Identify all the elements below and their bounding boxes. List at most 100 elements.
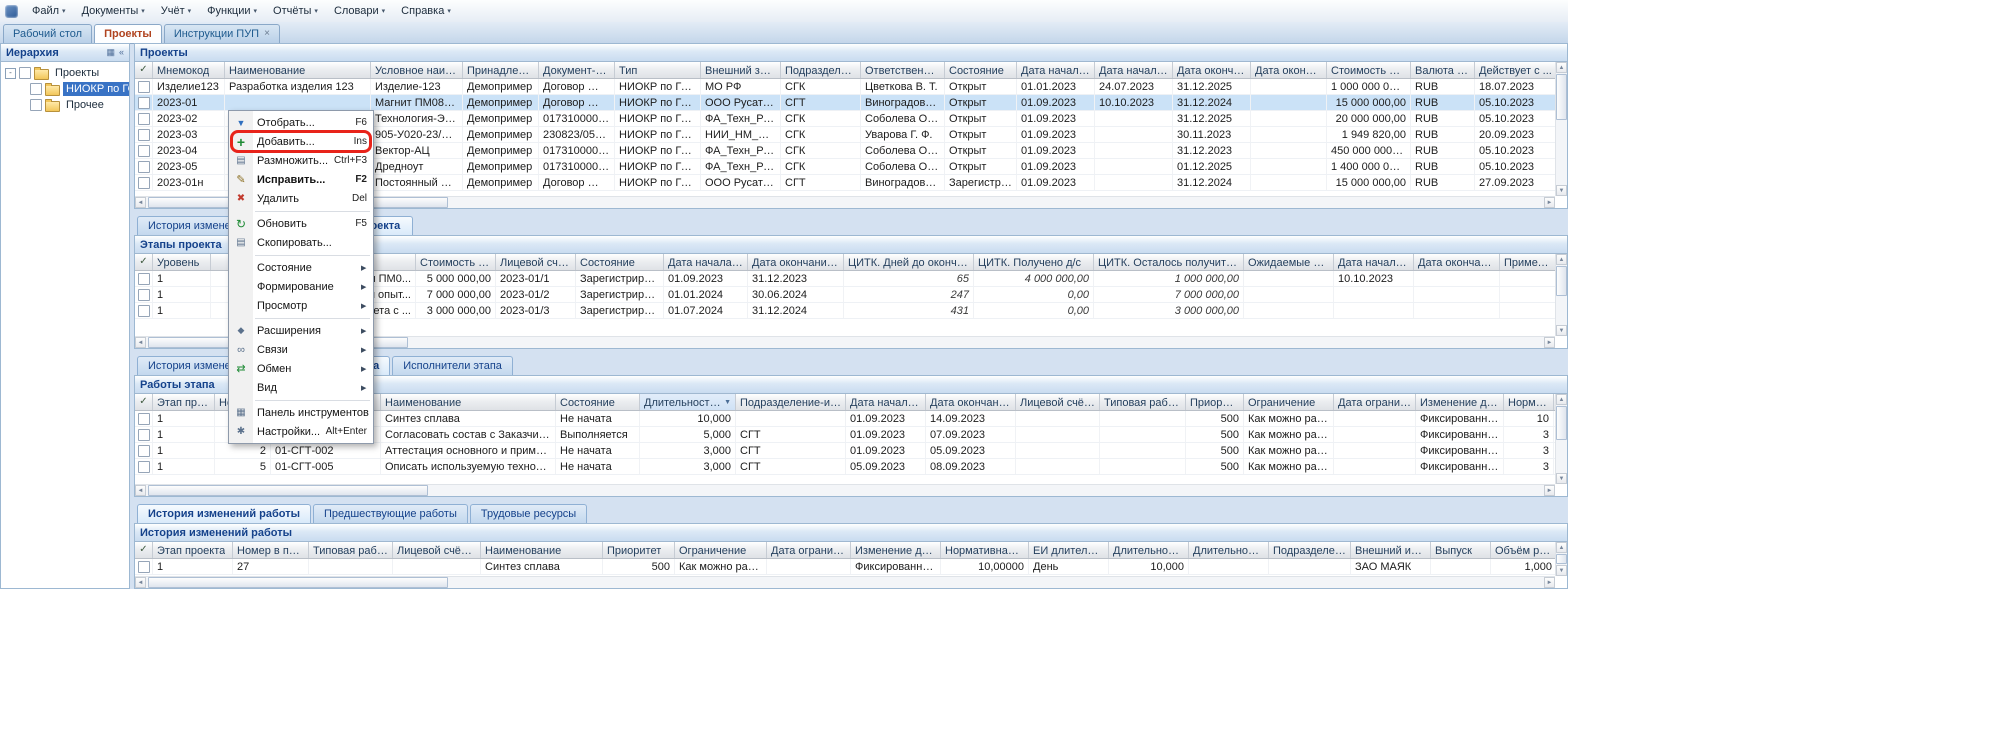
column-header[interactable]: Примечание (1500, 254, 1555, 270)
column-header[interactable]: ✓ (135, 394, 153, 410)
horizontal-scrollbar[interactable]: ◄ ► (135, 484, 1555, 496)
column-header[interactable]: Наименование (481, 542, 603, 558)
column-header[interactable]: Ограничение (675, 542, 767, 558)
row-checkbox[interactable] (138, 129, 150, 141)
tab-close-icon[interactable]: × (264, 29, 270, 39)
column-header[interactable]: Подразделение-ис... (1269, 542, 1351, 558)
column-header[interactable]: ✓ (135, 62, 153, 78)
vertical-scrollbar[interactable]: ▲ ▼ (1555, 254, 1567, 336)
menu-item-sub-10[interactable]: Формирование▶ (229, 277, 373, 296)
column-header[interactable]: Действует с ... (1475, 62, 1555, 78)
section-tab-3[interactable]: Исполнители этапа (392, 356, 513, 375)
column-header[interactable]: Состояние (556, 394, 640, 410)
menubar-item-7[interactable]: Справка▾ (393, 0, 459, 22)
column-header[interactable]: Дата ограничения (1334, 394, 1416, 410)
tree-checkbox[interactable] (30, 99, 42, 111)
collapse-node-icon[interactable]: - (5, 68, 16, 79)
column-header[interactable]: Валюта проекта (1411, 62, 1475, 78)
scroll-left-icon[interactable]: ◄ (135, 485, 146, 496)
column-header[interactable]: Этап проекта (153, 542, 233, 558)
scroll-right-icon[interactable]: ► (1544, 337, 1555, 348)
menubar-item-4[interactable]: Функции▾ (199, 0, 265, 22)
column-header[interactable]: ЦИТК. Осталось получить д/с (1094, 254, 1244, 270)
column-header[interactable]: Дата начала факт... (1095, 62, 1173, 78)
row-checkbox[interactable] (138, 161, 150, 173)
column-header[interactable]: Длительность фак... (1189, 542, 1269, 558)
scroll-thumb[interactable] (148, 485, 428, 496)
table-row[interactable]: 1201-СГТ-002Аттестация основного и приме… (135, 443, 1555, 459)
menu-item-filter[interactable]: ▼Отобрать...F6 (229, 113, 373, 132)
column-header[interactable]: ЦИТК. Дней до окончания (844, 254, 974, 270)
table-row[interactable]: 127Синтез сплава500Как можно ран...Фикси… (135, 559, 1555, 575)
menu-item-edit[interactable]: ✎Исправить...F2 (229, 170, 373, 189)
column-header[interactable]: Внешний заказчик (701, 62, 781, 78)
menu-item-sub-16[interactable]: Вид▶ (229, 378, 373, 397)
column-header[interactable]: Этап про... (153, 394, 215, 410)
column-header[interactable]: Дата окончания п... (1173, 62, 1251, 78)
column-header[interactable]: Уровень (153, 254, 211, 270)
row-checkbox[interactable] (138, 273, 150, 285)
row-checkbox[interactable] (138, 445, 150, 457)
column-header[interactable]: Дата начала план (846, 394, 926, 410)
tree-checkbox[interactable] (19, 67, 31, 79)
column-header[interactable]: Дата окончания план (748, 254, 844, 270)
column-header[interactable]: Типовая работа (309, 542, 393, 558)
row-checkbox[interactable] (138, 413, 150, 425)
scroll-down-icon[interactable]: ▼ (1556, 185, 1567, 196)
table-row[interactable]: Изделие123Разработка изделия 123Изделие-… (135, 79, 1555, 95)
scroll-down-icon[interactable]: ▼ (1556, 565, 1567, 576)
column-header[interactable]: Нормативная длит... (941, 542, 1029, 558)
column-header[interactable]: ✓ (135, 542, 153, 558)
tree-node-3[interactable]: Прочее (1, 97, 129, 113)
column-header[interactable]: Наименование (381, 394, 556, 410)
row-checkbox[interactable] (138, 113, 150, 125)
menu-item-copy[interactable]: ▤Скопировать... (229, 233, 373, 252)
row-checkbox[interactable] (138, 289, 150, 301)
section-tab-3[interactable]: Трудовые ресурсы (470, 504, 587, 523)
menu-item-links[interactable]: ∞Связи▶ (229, 340, 373, 359)
menubar-item-1[interactable]: Файл▾ (24, 0, 74, 22)
menubar-item-3[interactable]: Учёт▾ (153, 0, 199, 22)
column-header[interactable]: ЕИ длительности (1029, 542, 1109, 558)
menu-item-delete[interactable]: ✖УдалитьDel (229, 189, 373, 208)
column-header[interactable]: Ответственный (861, 62, 945, 78)
column-header[interactable]: Принадлежность (463, 62, 539, 78)
column-header[interactable]: ✓ (135, 254, 153, 270)
column-header[interactable]: Мнемокод (153, 62, 225, 78)
column-header[interactable]: Документ-основани... (539, 62, 615, 78)
column-header[interactable]: Приоритет (603, 542, 675, 558)
horizontal-scrollbar[interactable]: ◄ ► (135, 576, 1555, 588)
column-header[interactable]: Изменение длител... (851, 542, 941, 558)
scroll-right-icon[interactable]: ► (1544, 577, 1555, 588)
column-header[interactable]: Условное наименование (371, 62, 463, 78)
main-tab-2[interactable]: Проекты (94, 24, 162, 43)
column-header[interactable]: Дата начала план (664, 254, 748, 270)
menubar-item-6[interactable]: Словари▾ (326, 0, 393, 22)
menu-item-duplicate[interactable]: ▤Размножить...Ctrl+F3 (229, 151, 373, 170)
menu-item-toolbar[interactable]: ▦Панель инструментов (229, 403, 373, 422)
column-header[interactable]: Дата начала план... (1017, 62, 1095, 78)
scroll-down-icon[interactable]: ▼ (1556, 325, 1567, 336)
row-checkbox[interactable] (138, 429, 150, 441)
scroll-thumb[interactable] (1556, 554, 1567, 564)
menubar-item-5[interactable]: Отчёты▾ (265, 0, 326, 22)
row-checkbox[interactable] (138, 561, 150, 573)
column-header[interactable]: Внешний исполни... (1351, 542, 1431, 558)
column-header[interactable]: Ожидаемые резул... (1244, 254, 1334, 270)
main-tab-1[interactable]: Рабочий стол (3, 24, 92, 43)
column-header[interactable]: Типовая работа (1100, 394, 1186, 410)
row-checkbox[interactable] (138, 177, 150, 189)
column-header[interactable]: Состояние (576, 254, 664, 270)
row-checkbox[interactable] (138, 97, 150, 109)
section-tab-2[interactable]: Предшествующие работы (313, 504, 468, 523)
scroll-right-icon[interactable]: ► (1544, 197, 1555, 208)
vertical-scrollbar[interactable]: ▲ ▼ (1555, 542, 1567, 576)
column-header[interactable]: Дата окончания ф... (1251, 62, 1327, 78)
column-header[interactable]: Длительность план▼ (640, 394, 736, 410)
scroll-right-icon[interactable]: ► (1544, 485, 1555, 496)
menu-item-sub-9[interactable]: Состояние▶ (229, 258, 373, 277)
column-header[interactable]: Дата начала факт (1334, 254, 1414, 270)
column-header[interactable]: Лицевой счёт затрат... (496, 254, 576, 270)
column-header[interactable]: Тип (615, 62, 701, 78)
column-header[interactable]: Подразделение-исполнитель... (736, 394, 846, 410)
